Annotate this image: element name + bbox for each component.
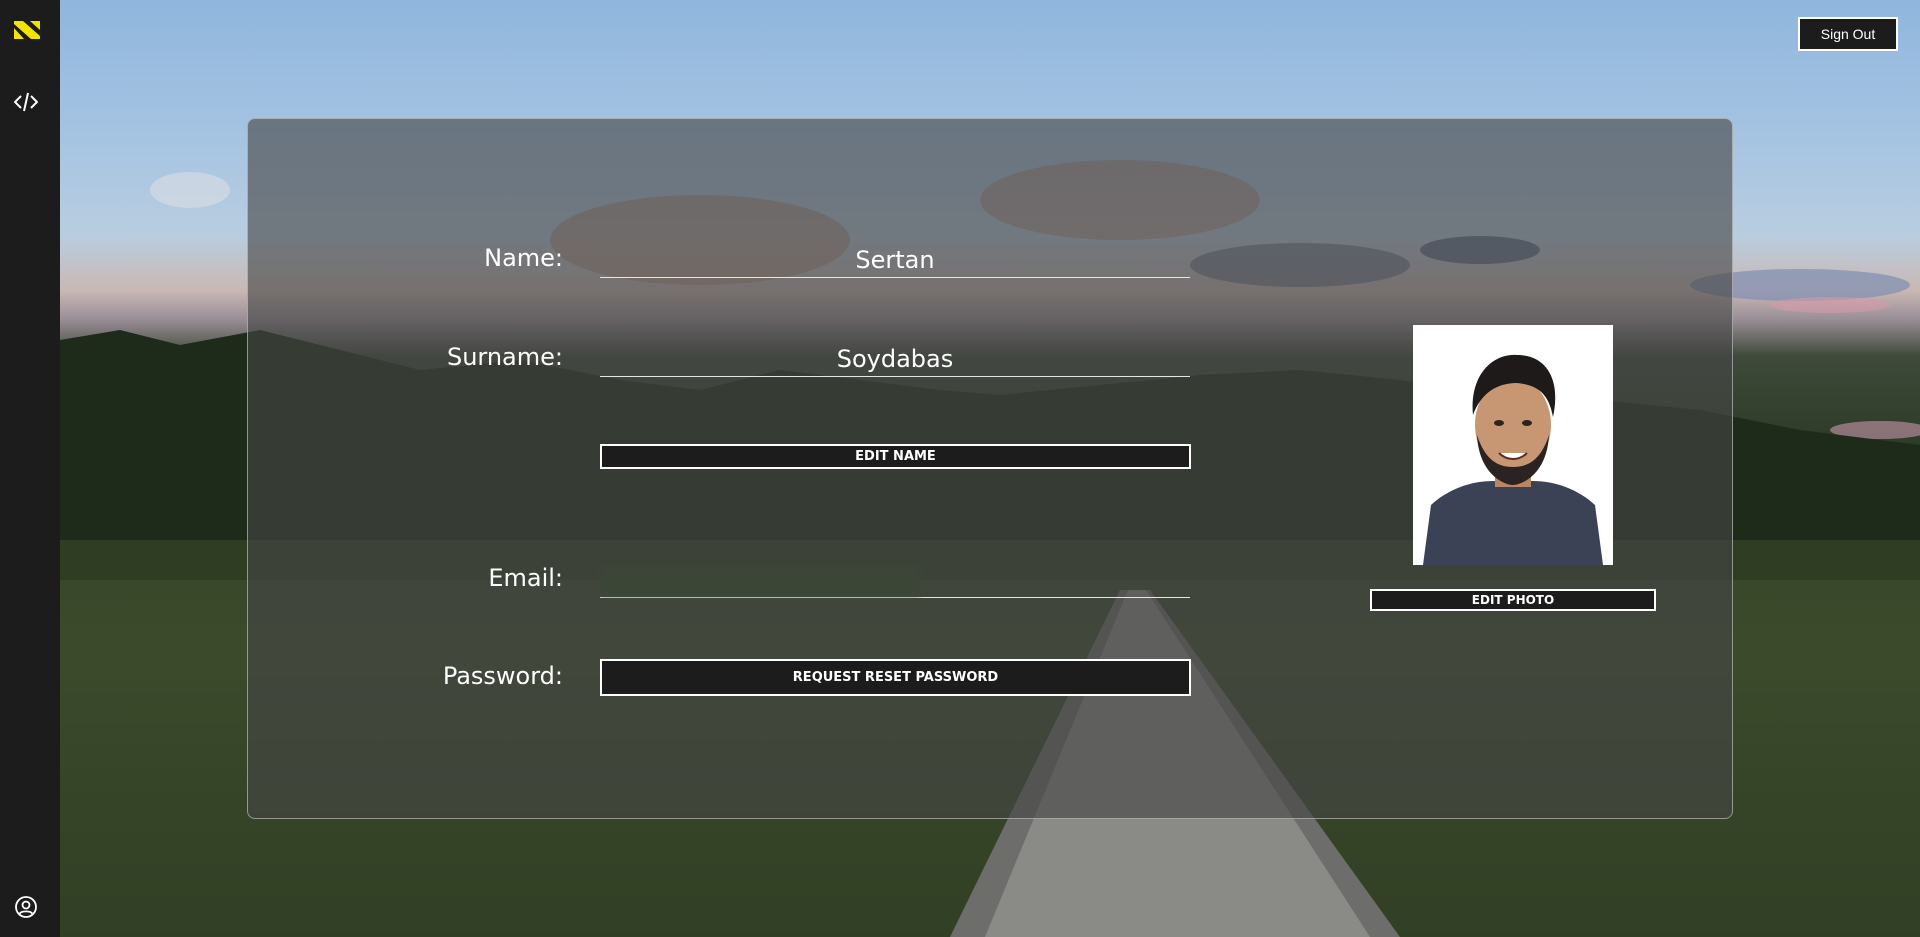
sidebar <box>0 0 60 937</box>
surname-field[interactable]: Soydabas <box>600 341 1190 377</box>
surname-label: Surname: <box>446 343 563 371</box>
name-field[interactable]: Sertan <box>600 242 1190 278</box>
request-reset-password-button[interactable]: REQUEST RESET PASSWORD <box>600 659 1191 696</box>
name-label: Name: <box>484 244 563 272</box>
surname-value: Soydabas <box>836 345 954 373</box>
user-circle-icon[interactable] <box>14 895 38 919</box>
name-value: Sertan <box>855 246 935 274</box>
edit-photo-button[interactable]: EDIT PHOTO <box>1370 589 1656 611</box>
profile-photo <box>1413 325 1613 565</box>
profile-card: Name: Sertan Surname: Soydabas EDIT NAME… <box>247 118 1733 819</box>
email-field[interactable] <box>600 562 1190 598</box>
email-label: Email: <box>488 564 563 592</box>
email-redacted-value <box>600 566 920 596</box>
edit-name-button[interactable]: EDIT NAME <box>600 444 1191 469</box>
code-icon[interactable] <box>13 91 39 113</box>
logo-icon[interactable] <box>14 21 40 39</box>
sign-out-button[interactable]: Sign Out <box>1798 17 1898 51</box>
password-label: Password: <box>442 662 563 690</box>
